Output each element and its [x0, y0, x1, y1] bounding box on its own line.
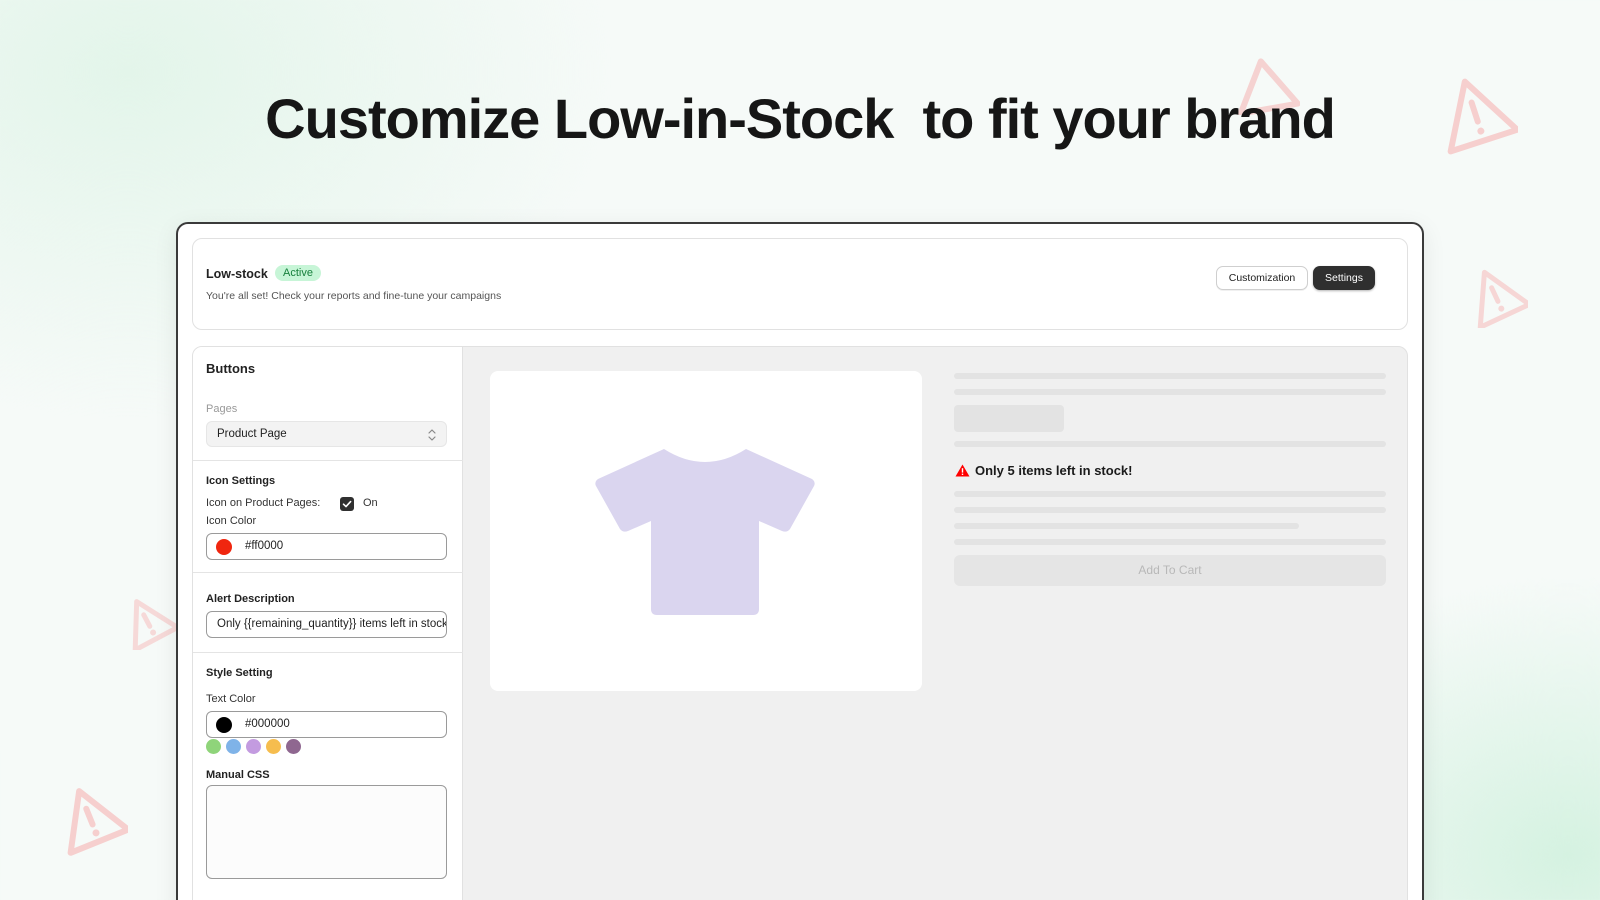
skeleton-line	[954, 373, 1386, 379]
warning-icon	[52, 780, 128, 856]
icon-color-swatch[interactable]	[216, 539, 232, 555]
app-window: Low-stock Active You're all set! Check y…	[176, 222, 1424, 900]
warning-icon	[1462, 262, 1528, 328]
icon-on-pages-label: Icon on Product Pages:	[206, 497, 321, 509]
check-icon	[342, 500, 352, 508]
skeleton-line	[954, 491, 1386, 497]
status-badge: Active	[275, 265, 321, 281]
text-color-field[interactable]: #000000	[206, 711, 447, 738]
icon-color-value: #ff0000	[245, 540, 284, 552]
alert-description-section: Alert Description Only {{remaining_quant…	[193, 573, 463, 653]
manual-css-textarea[interactable]	[206, 785, 447, 879]
app-header: Low-stock Active You're all set! Check y…	[192, 238, 1408, 330]
panel-title: Buttons	[206, 361, 256, 376]
skeleton-line	[954, 507, 1386, 513]
icon-settings-title: Icon Settings	[206, 475, 276, 487]
skeleton-block	[954, 405, 1064, 432]
skeleton-line	[954, 523, 1299, 529]
editor-area: Buttons Pages Product Page Icon Settings…	[192, 346, 1408, 900]
pages-label: Pages	[206, 403, 238, 415]
skeleton-line	[954, 389, 1386, 395]
settings-panel: Buttons Pages Product Page Icon Settings…	[193, 347, 463, 900]
color-swatch-lavender[interactable]	[246, 739, 261, 754]
icon-color-label: Icon Color	[206, 515, 257, 527]
alert-description-input[interactable]: Only {{remaining_quantity}} items left i…	[206, 611, 447, 638]
text-color-swatch[interactable]	[216, 717, 232, 733]
text-color-value: #000000	[245, 718, 290, 730]
settings-button[interactable]: Settings	[1313, 266, 1375, 290]
app-subtitle: You're all set! Check your reports and f…	[206, 290, 502, 302]
page-headline: Customize Low-in-Stock to fit your brand	[265, 87, 1336, 150]
color-swatch-green[interactable]	[206, 739, 221, 754]
icon-on-pages-state: On	[363, 497, 378, 509]
tshirt-icon	[595, 449, 815, 615]
low-stock-alert: Only 5 items left in stock!	[955, 463, 1133, 478]
add-to-cart-button[interactable]: Add To Cart	[954, 555, 1386, 586]
chevron-up-down-icon	[428, 427, 436, 451]
icon-on-pages-checkbox[interactable]	[340, 497, 354, 511]
color-swatch-yellow[interactable]	[266, 739, 281, 754]
alert-description-title: Alert Description	[206, 593, 295, 605]
buttons-section: Buttons Pages Product Page	[193, 347, 463, 461]
skeleton-line	[954, 539, 1386, 545]
warning-icon	[118, 592, 176, 650]
customization-button[interactable]: Customization	[1216, 266, 1308, 290]
color-swatches	[206, 739, 306, 757]
color-swatch-purple[interactable]	[286, 739, 301, 754]
manual-css-label: Manual CSS	[206, 769, 270, 781]
icon-color-field[interactable]: #ff0000	[206, 533, 447, 560]
app-title: Low-stock	[206, 267, 268, 281]
pages-select-value: Product Page	[217, 428, 287, 440]
style-setting-title: Style Setting	[206, 667, 273, 679]
alert-description-value: Only {{remaining_quantity}} items left i…	[217, 618, 447, 630]
pages-select[interactable]: Product Page	[206, 421, 447, 447]
warning-icon	[955, 464, 970, 477]
low-stock-text: Only 5 items left in stock!	[975, 463, 1133, 478]
color-swatch-blue[interactable]	[226, 739, 241, 754]
icon-settings-section: Icon Settings Icon on Product Pages: On …	[193, 461, 463, 573]
text-color-label: Text Color	[206, 693, 256, 705]
skeleton-line	[954, 441, 1386, 447]
product-image-preview	[490, 371, 922, 691]
